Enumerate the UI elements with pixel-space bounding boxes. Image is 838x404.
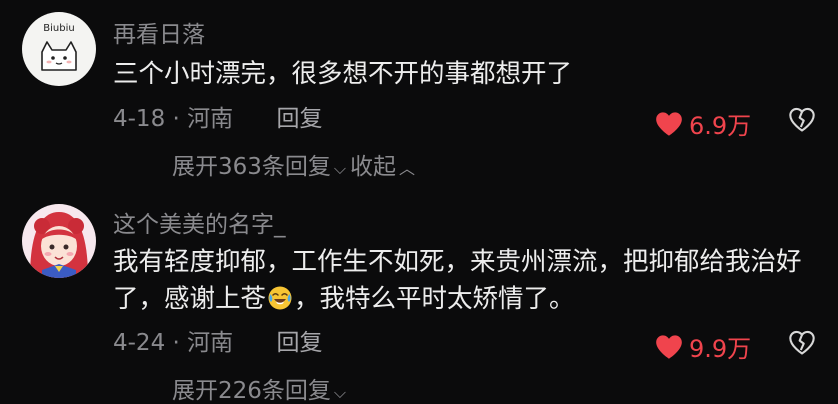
replies-toggle: 展开363条回复 ⌵ 收起 ︿ <box>172 156 419 179</box>
username[interactable]: 这个美美的名字_ <box>113 214 286 237</box>
like-button[interactable]: 9.9万 <box>655 329 751 364</box>
chevron-up-icon: ︿ <box>399 159 416 178</box>
expand-replies-button[interactable]: 展开226条回复 ⌵ <box>172 378 350 404</box>
comment-text: 我有轻度抑郁，工作生不如死，来贵州漂流，把抑郁给我治好了，感谢上苍 ，我特么平时… <box>113 244 813 318</box>
expand-replies-button[interactable]: 展开363条回复 ⌵ <box>172 154 350 180</box>
collapse-replies-button[interactable]: 收起 ︿ <box>350 154 419 180</box>
comment-location: 河南 <box>187 106 234 132</box>
laugh-cry-emoji-icon <box>268 286 292 310</box>
meta-separator: · <box>172 106 180 132</box>
like-button[interactable]: 6.9万 <box>655 106 751 141</box>
comment-date: 4-18 <box>113 106 166 132</box>
dislike-button[interactable] <box>788 106 816 134</box>
broken-heart-icon <box>789 330 815 355</box>
heart-icon <box>656 111 682 136</box>
replies-toggle: 展开226条回复 ⌵ <box>172 380 350 403</box>
chevron-down-icon: ⌵ <box>333 159 347 178</box>
username[interactable]: 再看日落 <box>113 24 205 47</box>
like-count: 6.9万 <box>689 112 752 140</box>
comment-date: 4-24 <box>113 330 166 356</box>
reply-button[interactable]: 回复 <box>276 330 322 356</box>
dislike-button[interactable] <box>788 329 816 357</box>
like-count: 9.9万 <box>689 335 752 363</box>
comment-meta: 4-18 · 河南 回复 <box>113 108 322 131</box>
avatar[interactable]: Biubiu <box>22 12 96 86</box>
cartoon-girl-avatar-icon <box>22 204 96 278</box>
broken-heart-icon <box>789 107 815 132</box>
cartoon-cat-avatar-icon: Biubiu <box>22 12 96 86</box>
comment-text-part: ，我特么平时太矫情了。 <box>294 284 575 314</box>
heart-icon <box>656 334 682 359</box>
expand-replies-label: 展开226条回复 <box>172 378 331 404</box>
comment-text: 三个小时漂完，很多想不开的事都想开了 <box>113 59 573 89</box>
chevron-down-icon: ⌵ <box>333 383 347 402</box>
avatar-text: Biubiu <box>43 23 74 34</box>
comment-location: 河南 <box>187 330 234 356</box>
reply-button[interactable]: 回复 <box>276 106 322 132</box>
expand-replies-label: 展开363条回复 <box>172 154 331 180</box>
avatar[interactable] <box>22 204 96 278</box>
meta-separator: · <box>172 330 180 356</box>
collapse-replies-label: 收起 <box>350 154 397 180</box>
comment-meta: 4-24 · 河南 回复 <box>113 332 322 355</box>
